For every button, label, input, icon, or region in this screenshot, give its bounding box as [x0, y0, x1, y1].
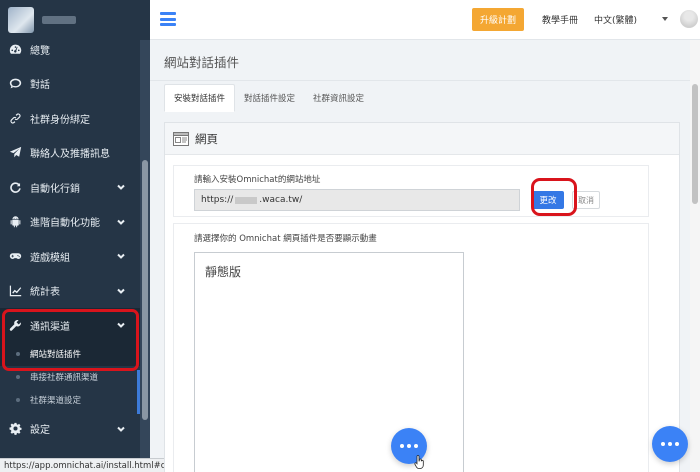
- account-name-redacted: [42, 16, 76, 24]
- send-icon: [8, 146, 22, 160]
- android-icon: [8, 215, 22, 229]
- more-dots-icon: [400, 444, 418, 448]
- chevron-down-icon: [116, 286, 126, 296]
- panel-title: 網頁: [195, 131, 218, 146]
- sidebar-item-statistics[interactable]: 統計表: [0, 274, 140, 309]
- dashboard-icon: [8, 42, 22, 56]
- webpage-icon: [173, 131, 189, 146]
- tab-bar: 安裝對話插件 對話插件設定 社群資訊設定: [164, 84, 373, 112]
- url-card: 請輸入安裝Omnichat的網站地址 https:// .waca.tw/ 更改…: [173, 165, 649, 217]
- sidebar-item-label: 自動化行銷: [30, 183, 80, 195]
- sidebar-subitem-label: 社群渠道設定: [30, 396, 82, 406]
- website-url-field[interactable]: https:// .waca.tw/: [194, 189, 520, 211]
- url-suffix: .waca.tw/: [259, 195, 303, 205]
- sidebar-item-advanced-automation[interactable]: 進階自動化功能: [0, 205, 140, 240]
- sidebar-item-label: 遊戲模組: [30, 252, 70, 264]
- tutorial-link[interactable]: 教學手冊: [542, 13, 578, 26]
- highlight-box-change: [531, 178, 577, 216]
- static-version-label: 靜態版: [205, 265, 242, 279]
- user-avatar[interactable]: [680, 10, 698, 28]
- sidebar-item-label: 對話: [30, 80, 50, 92]
- sidebar-scrollbar[interactable]: [140, 40, 150, 472]
- scrollbar-thumb[interactable]: [142, 160, 148, 420]
- refresh-icon: [8, 180, 22, 194]
- avatar: [8, 7, 34, 33]
- more-dots-icon: [661, 442, 679, 446]
- topbar: 升級計劃 教學手冊 中文(繁體): [150, 0, 700, 40]
- language-selector[interactable]: 中文(繁體): [594, 13, 637, 26]
- sidebar-item-contacts-broadcast[interactable]: 聯絡人及推播訊息: [0, 136, 140, 171]
- tab-widget-settings[interactable]: 對話插件設定: [235, 84, 304, 112]
- sidebar-item-identity-binding[interactable]: 社群身份綁定: [0, 101, 140, 136]
- hand-cursor-icon: [414, 455, 424, 469]
- animation-prompt: 請選擇你的 Omnichat 網頁插件是否要顯示動畫: [194, 234, 377, 244]
- sidebar-subitem-channel-settings[interactable]: 社群渠道設定: [0, 389, 140, 412]
- url-redacted: [235, 196, 258, 204]
- sidebar-item-label: 總覽: [30, 45, 50, 57]
- gear-icon: [8, 422, 22, 436]
- sidebar-menu: 總覽 對話 社群身份綁定 聯絡人及推播訊息 自動化行銷 進階自動化功能 遊戲模組: [0, 32, 140, 446]
- sidebar-subitem-label: 串接社群通訊渠道: [30, 373, 99, 383]
- main-scrollbar[interactable]: [690, 40, 700, 472]
- panel-header: 網頁: [165, 123, 679, 155]
- chevron-down-icon: [116, 182, 126, 192]
- chat-icon: [8, 77, 22, 91]
- sidebar-item-marketing-automation[interactable]: 自動化行銷: [0, 170, 140, 205]
- chat-launcher-button[interactable]: [652, 426, 688, 462]
- gamepad-icon: [8, 249, 22, 263]
- chevron-down-icon: [116, 217, 126, 227]
- url-prompt: 請輸入安裝Omnichat的網站地址: [194, 175, 321, 185]
- sidebar: 總覽 對話 社群身份綁定 聯絡人及推播訊息 自動化行銷 進階自動化功能 遊戲模組: [0, 0, 150, 472]
- chevron-down-icon: [116, 251, 126, 261]
- sidebar-item-dashboard[interactable]: 總覽: [0, 32, 140, 67]
- sidebar-item-label: 設定: [30, 425, 50, 437]
- scrollbar-thumb[interactable]: [692, 84, 698, 204]
- tab-social-info[interactable]: 社群資訊設定: [304, 84, 373, 112]
- main-content: 網站對話插件 安裝對話插件 對話插件設定 社群資訊設定 網頁 請輸入安裝Omni…: [150, 40, 690, 472]
- sidebar-item-label: 統計表: [30, 287, 60, 299]
- sidebar-item-settings[interactable]: 設定: [0, 412, 140, 447]
- caret-down-icon[interactable]: [662, 17, 668, 21]
- tab-install-widget[interactable]: 安裝對話插件: [164, 84, 236, 112]
- page-title: 網站對話插件: [164, 55, 240, 70]
- chevron-down-icon: [116, 424, 126, 434]
- url-prefix: https://: [201, 195, 234, 205]
- divider: [150, 80, 690, 81]
- link-icon: [8, 111, 22, 125]
- sidebar-item-game-modules[interactable]: 遊戲模組: [0, 239, 140, 274]
- sidebar-item-label: 聯絡人及推播訊息: [30, 149, 110, 161]
- sidebar-item-label: 社群身份綁定: [30, 114, 90, 126]
- submenu-indicator: [137, 370, 140, 414]
- highlight-box-channels: [2, 309, 139, 371]
- sidebar-item-chat[interactable]: 對話: [0, 67, 140, 102]
- menu-toggle-icon[interactable]: [160, 12, 176, 26]
- webpage-panel: 網頁 請輸入安裝Omnichat的網站地址 https:// .waca.tw/…: [164, 122, 680, 472]
- chart-icon: [8, 284, 22, 298]
- upgrade-plan-button[interactable]: 升級計劃: [472, 8, 524, 31]
- sidebar-item-label: 進階自動化功能: [30, 218, 100, 230]
